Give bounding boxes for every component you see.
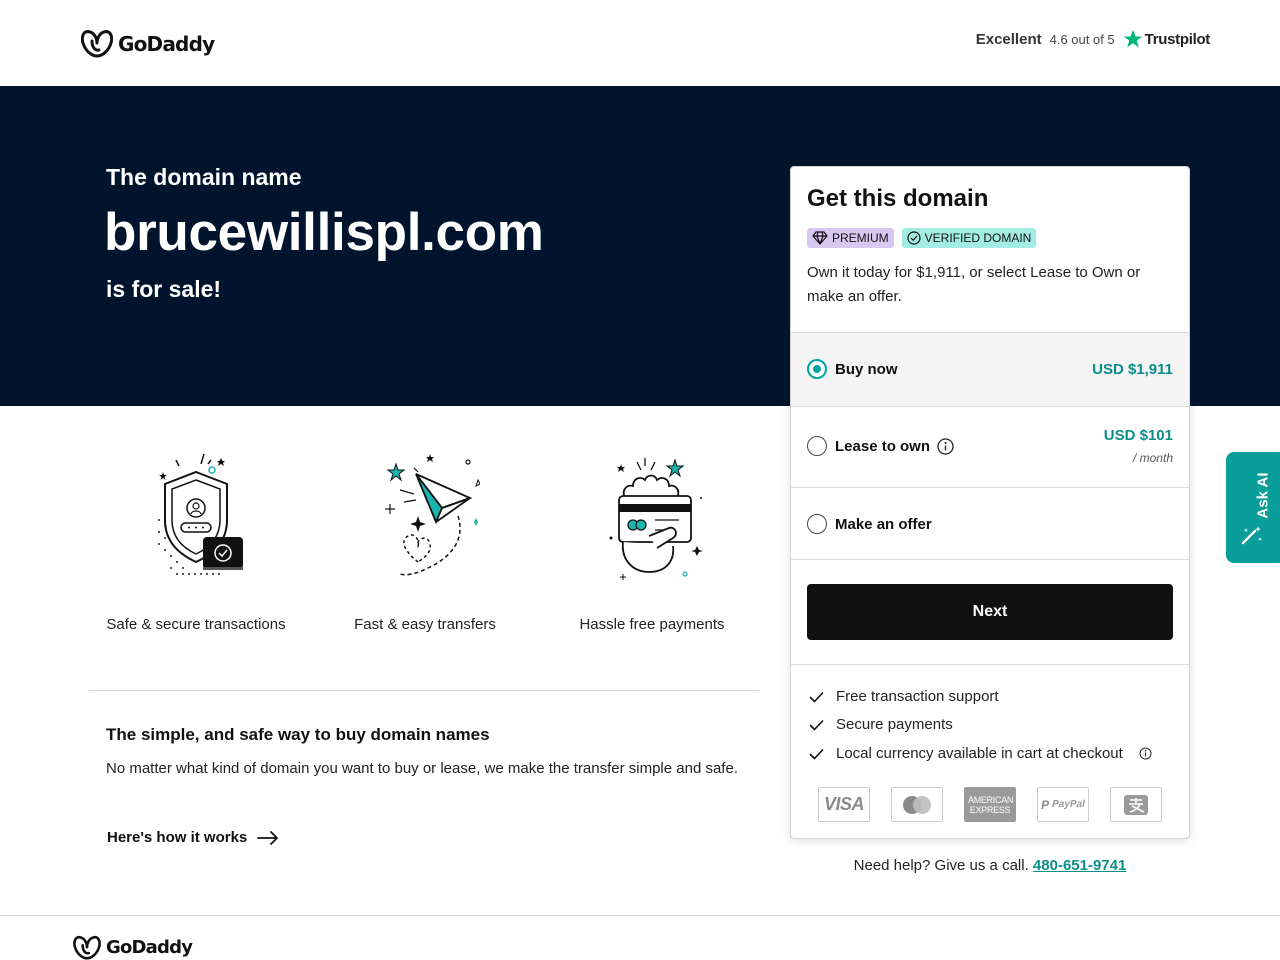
alipay-icon: [1110, 787, 1162, 822]
section-divider: [89, 690, 759, 691]
benefit-item: Free transaction support: [809, 688, 999, 705]
info-body: No matter what kind of domain you want t…: [106, 760, 738, 777]
features: Safe & secure transactions Fast & easy t…: [88, 450, 760, 650]
help-text: Need help? Give us a call.: [853, 857, 1029, 874]
purchase-card: Get this domain PREMIUM VERIFIED DOMAIN …: [790, 166, 1190, 839]
footer-divider: [0, 915, 1280, 916]
feature-label: Fast & easy transfers: [354, 616, 496, 633]
mastercard-icon: [891, 787, 943, 822]
how-it-works-link[interactable]: Here's how it works: [107, 829, 279, 846]
amex-icon: AMERICAN EXPRESS: [964, 787, 1016, 822]
verified-label: VERIFIED DOMAIN: [924, 231, 1032, 245]
payment-methods: VISA AMERICAN EXPRESS P PayPal: [818, 787, 1162, 822]
info-icon[interactable]: [937, 438, 954, 455]
feature-secure: Safe & secure transactions: [86, 450, 306, 633]
trustpilot-rating[interactable]: Excellent 4.6 out of 5 Trustpilot: [976, 29, 1210, 49]
ask-ai-button[interactable]: Ask AI: [1226, 452, 1280, 563]
domain-name: brucewillispl.com: [104, 203, 544, 262]
godaddy-wordmark: GoDaddy: [106, 937, 193, 958]
benefit-item: Local currency available in cart at chec…: [809, 745, 1152, 762]
footer-godaddy-logo[interactable]: GoDaddy: [73, 935, 193, 960]
magic-wand-icon: [1241, 526, 1262, 545]
paper-plane-illustration-icon: [385, 454, 480, 576]
option-buy-now[interactable]: Buy now USD $1,911: [791, 332, 1189, 406]
benefit-item: Secure payments: [809, 716, 953, 733]
verified-badge: VERIFIED DOMAIN: [901, 228, 1037, 248]
badges: PREMIUM VERIFIED DOMAIN: [807, 228, 1037, 248]
godaddy-logo[interactable]: GoDaddy: [81, 29, 215, 58]
paypal-icon: P PayPal: [1037, 787, 1089, 822]
card-divider: [791, 664, 1189, 665]
visa-label: VISA: [823, 794, 865, 814]
how-it-works-label: Here's how it works: [107, 829, 248, 846]
card-description: Own it today for $1,911, or select Lease…: [807, 264, 1141, 305]
info-icon[interactable]: [1139, 747, 1152, 760]
lease-label-group: Lease to own: [835, 438, 954, 455]
feature-payments: Hassle free payments: [542, 450, 762, 633]
benefit-label: Secure payments: [836, 716, 953, 733]
ask-ai-label: Ask AI: [1254, 472, 1272, 519]
godaddy-logo-icon: [73, 935, 101, 960]
buy-now-radio[interactable]: [807, 359, 827, 379]
amex-label: AMERICAN EXPRESS: [968, 794, 1014, 815]
lease-period: / month: [1132, 451, 1173, 465]
option-make-offer[interactable]: Make an offer: [791, 487, 1189, 560]
buy-now-price: USD $1,911: [1092, 361, 1173, 378]
shield-illustration-icon: [158, 453, 243, 575]
lease-price: USD $101: [1103, 427, 1173, 444]
godaddy-wordmark: GoDaddy: [118, 31, 215, 56]
diamond-icon: [812, 231, 828, 245]
header: GoDaddy Excellent 4.6 out of 5 Trustpilo…: [0, 0, 1280, 86]
card-title: Get this domain: [807, 185, 989, 212]
help-line: Need help? Give us a call. 480-651-9741: [790, 857, 1190, 874]
premium-label: PREMIUM: [832, 231, 889, 245]
make-offer-label: Make an offer: [835, 516, 932, 533]
godaddy-logo-icon: [81, 30, 113, 58]
benefit-label: Local currency available in cart at chec…: [836, 745, 1123, 762]
trustpilot-label: Excellent: [975, 30, 1042, 48]
trustpilot-brand: Trustpilot: [1123, 29, 1210, 49]
trustpilot-score: 4.6 out of 5: [1049, 31, 1115, 47]
premium-badge: PREMIUM: [807, 228, 894, 248]
arrow-right-icon: [257, 830, 279, 845]
trustpilot-star-icon: [1123, 29, 1142, 48]
hero-posttext: is for sale!: [106, 276, 222, 302]
check-icon: [809, 691, 824, 703]
option-lease-to-own[interactable]: Lease to own USD $101 / month: [791, 406, 1189, 487]
info-heading: The simple, and safe way to buy domain n…: [106, 725, 490, 744]
credit-card-hand-illustration-icon: [609, 458, 703, 580]
check-icon: [809, 748, 824, 760]
benefit-label: Free transaction support: [836, 688, 999, 705]
trustpilot-wordmark: Trustpilot: [1144, 30, 1211, 48]
next-button[interactable]: Next: [807, 584, 1173, 640]
visa-icon: VISA: [818, 787, 870, 822]
feature-fast: Fast & easy transfers: [315, 450, 535, 633]
feature-label: Safe & secure transactions: [106, 616, 286, 633]
feature-label: Hassle free payments: [579, 616, 725, 633]
lease-radio[interactable]: [807, 436, 827, 456]
buy-now-label: Buy now: [835, 361, 898, 378]
check-icon: [809, 719, 824, 731]
check-circle-icon: [907, 231, 921, 245]
make-offer-radio[interactable]: [807, 514, 827, 534]
lease-label: Lease to own: [835, 438, 931, 455]
phone-link[interactable]: 480-651-9741: [1033, 857, 1126, 874]
hero-pretext: The domain name: [106, 164, 302, 190]
paypal-label: PayPal: [1052, 799, 1085, 810]
